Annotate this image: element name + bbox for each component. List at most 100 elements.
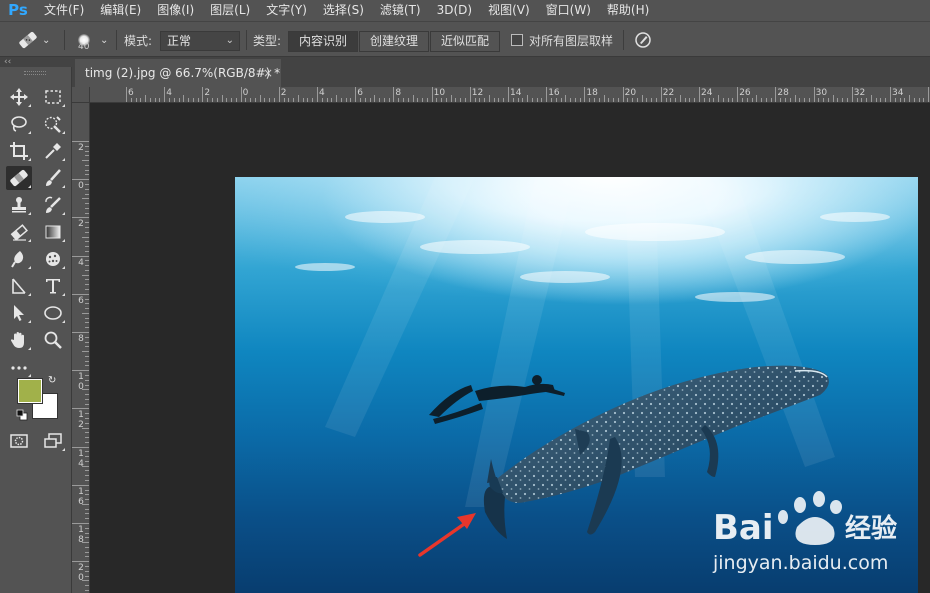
ruler-minor-tick (85, 360, 89, 362)
ruler-minor-tick (913, 98, 915, 102)
ruler-major-tick (851, 87, 853, 102)
brush-size-value: 40 (78, 42, 90, 52)
type-content-aware-button[interactable]: 内容识别 (288, 31, 358, 52)
vertical-ruler[interactable]: 202468101214161820 (72, 103, 90, 593)
lasso-tool[interactable] (6, 112, 32, 136)
ruler-minor-tick (880, 98, 882, 102)
document-image[interactable]: Bai 经验 jingyan.baidu.com (235, 177, 918, 593)
ruler-minor-tick (570, 98, 572, 102)
ruler-minor-tick (679, 95, 681, 102)
photoshop-logo: Ps (8, 1, 28, 19)
gradient-tool[interactable] (40, 220, 66, 244)
submenu-indicator-icon (28, 293, 31, 296)
ruler-minor-tick (221, 95, 223, 102)
sponge-icon (46, 252, 60, 266)
brush-tool[interactable] (40, 166, 66, 190)
document-tab[interactable]: timg (2).jpg @ 66.7%(RGB/8#) * × (75, 59, 281, 87)
options-bar: ⌄ ⌄ 40 模式: 正常 ⌄ 类型: 内容识别 创建纹理 近似匹配 对所有图层… (0, 21, 930, 57)
foreground-color-swatch[interactable] (18, 379, 42, 403)
menu-image[interactable]: 图像(I) (149, 0, 202, 21)
shape-tool[interactable] (40, 301, 66, 325)
ruler-origin[interactable] (72, 87, 90, 103)
ruler-minor-tick (718, 95, 720, 102)
ruler-minor-tick (85, 203, 89, 205)
ruler-minor-tick (684, 98, 686, 102)
brush-picker[interactable]: ⌄ (78, 22, 108, 58)
ruler-minor-tick (259, 95, 261, 102)
close-tab-icon[interactable]: × (263, 59, 273, 87)
collapse-panel-button[interactable]: ‹‹ (0, 57, 72, 67)
ruler-minor-tick (85, 417, 89, 419)
menu-file[interactable]: 文件(F) (36, 0, 92, 21)
ruler-major-tick (699, 87, 700, 102)
submenu-indicator-icon (28, 239, 31, 242)
tool-preset-picker[interactable]: ⌄ (16, 22, 50, 58)
pen-tool[interactable] (6, 274, 32, 298)
quick-selection-tool[interactable] (40, 112, 66, 136)
horizontal-ruler[interactable]: 642024681012141618202224262830323436 (90, 87, 930, 103)
crop-tool[interactable] (6, 139, 32, 163)
edit-toolbar-button[interactable] (6, 355, 32, 379)
ruler-minor-tick (632, 98, 634, 102)
ruler-minor-tick (269, 98, 271, 102)
hand-tool[interactable] (6, 328, 32, 352)
type-proximity-match-button[interactable]: 近似匹配 (430, 31, 500, 52)
ruler-minor-tick (85, 231, 89, 233)
eraser-tool[interactable] (6, 220, 32, 244)
type-create-texture-button[interactable]: 创建纹理 (359, 31, 429, 52)
screen-mode-button[interactable] (40, 429, 66, 453)
ruler-minor-tick (82, 351, 89, 353)
ruler-minor-tick (85, 169, 89, 171)
ruler-minor-tick (85, 341, 89, 343)
ruler-minor-tick (603, 95, 605, 102)
menu-view[interactable]: 视图(V) (480, 0, 538, 21)
ruler-minor-tick (670, 98, 672, 102)
default-colors-icon[interactable] (16, 409, 28, 421)
ruler-minor-tick (216, 98, 218, 102)
type-tool[interactable] (40, 274, 66, 298)
ruler-minor-tick (713, 98, 715, 102)
quick-mask-button[interactable] (6, 429, 32, 453)
ruler-minor-tick (847, 98, 849, 102)
ruler-minor-tick (85, 174, 89, 176)
ruler-minor-tick (85, 494, 89, 496)
spot-healing-brush-icon (19, 31, 37, 49)
menu-layer[interactable]: 图层(L) (202, 0, 258, 21)
menu-help[interactable]: 帮助(H) (599, 0, 657, 21)
pen-pressure-icon (635, 32, 651, 48)
type-label: 类型: (253, 33, 282, 48)
move-tool[interactable] (6, 85, 32, 109)
menu-select[interactable]: 选择(S) (315, 0, 372, 21)
menu-window[interactable]: 窗口(W) (538, 0, 599, 21)
zoom-tool[interactable] (40, 328, 66, 352)
pressure-size-button[interactable] (634, 22, 652, 58)
eyedropper-tool[interactable] (40, 139, 66, 163)
clone-stamp-tool[interactable] (6, 193, 32, 217)
ruler-minor-tick (245, 98, 247, 102)
ruler-minor-tick (923, 98, 925, 102)
mode-select[interactable]: 正常 ⌄ (160, 31, 240, 51)
ruler-minor-tick (140, 98, 142, 102)
screen-mode-icon (44, 433, 62, 448)
menu-3d[interactable]: 3D(D) (429, 0, 480, 21)
sample-all-layers-checkbox[interactable] (511, 34, 523, 46)
history-brush-tool[interactable] (40, 193, 66, 217)
panel-grip[interactable] (24, 71, 46, 75)
menu-type[interactable]: 文字(Y) (258, 0, 315, 21)
ruler-minor-tick (579, 98, 581, 102)
spot-healing-brush-tool[interactable] (6, 166, 32, 190)
marquee-tool[interactable] (40, 85, 66, 109)
blur-tool[interactable] (6, 247, 32, 271)
ruler-minor-tick (422, 98, 424, 102)
path-selection-tool[interactable] (6, 301, 32, 325)
menu-edit[interactable]: 编辑(E) (92, 0, 149, 21)
ruler-minor-tick (550, 98, 552, 102)
swap-colors-icon[interactable]: ↻ (48, 375, 60, 387)
ruler-major-tick (72, 332, 89, 333)
pen-path-icon (12, 278, 26, 294)
ruler-major-tick (72, 217, 89, 219)
divider (64, 30, 65, 50)
menu-filter[interactable]: 滤镜(T) (372, 0, 429, 21)
ruler-h-label: 2 (204, 88, 211, 98)
sponge-tool[interactable] (40, 247, 66, 271)
